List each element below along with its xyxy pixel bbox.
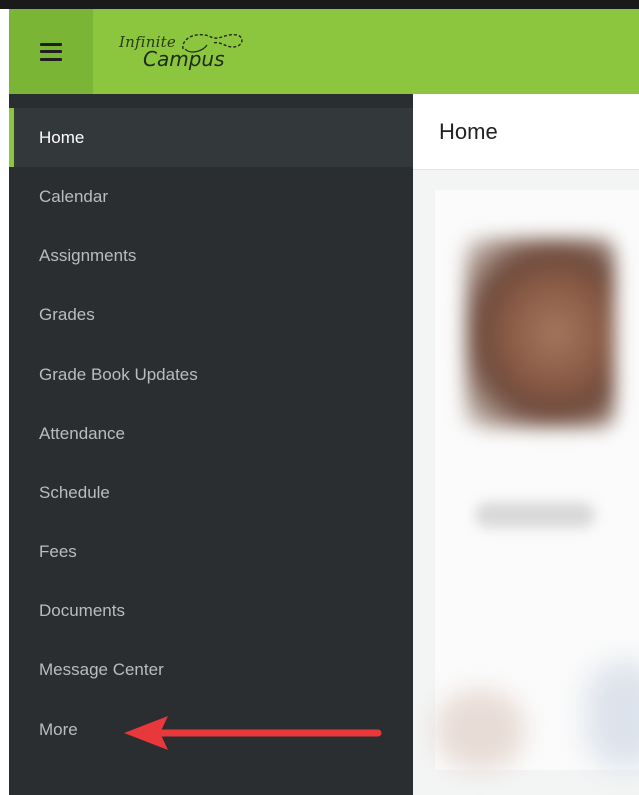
left-border (0, 9, 9, 795)
sidebar-nav: Home Calendar Assignments Grades Grade B… (9, 94, 413, 795)
page-title: Home (439, 118, 498, 144)
blurred-student-name (475, 502, 595, 528)
sidebar-item-label: Documents (39, 600, 125, 620)
blurred-content-block (435, 690, 525, 770)
sidebar-item-fees[interactable]: Fees (9, 522, 413, 581)
sidebar-item-assignments[interactable]: Assignments (9, 226, 413, 285)
sidebar-item-label: Assignments (39, 245, 137, 265)
sidebar-item-schedule[interactable]: Schedule (9, 463, 413, 522)
sidebar-item-label: Calendar (39, 186, 108, 206)
menu-toggle-button[interactable] (9, 9, 93, 94)
app-header: Infinite Campus (9, 9, 639, 94)
page-header: Home (413, 94, 639, 170)
main-content: Home (413, 94, 639, 795)
sidebar-item-label: More (39, 719, 78, 739)
blurred-student-card (435, 190, 639, 770)
sidebar-item-message-center[interactable]: Message Center (9, 640, 413, 699)
sidebar-item-calendar[interactable]: Calendar (9, 167, 413, 226)
sidebar-item-label: Fees (39, 541, 77, 561)
home-content-area (413, 170, 639, 795)
sidebar-item-documents[interactable]: Documents (9, 581, 413, 640)
blurred-student-photo (465, 238, 615, 428)
sidebar-item-label: Schedule (39, 482, 110, 502)
sidebar-item-label: Attendance (39, 423, 126, 443)
top-border (0, 0, 639, 9)
sidebar-item-home[interactable]: Home (9, 108, 413, 167)
sidebar-item-label: Message Center (39, 659, 164, 679)
annotation-arrow-icon (124, 716, 382, 750)
logo-swirl-icon (182, 33, 243, 53)
blurred-content-block (585, 660, 639, 770)
sidebar-item-grade-book-updates[interactable]: Grade Book Updates (9, 345, 413, 404)
sidebar-item-grades[interactable]: Grades (9, 285, 413, 344)
sidebar-item-attendance[interactable]: Attendance (9, 404, 413, 463)
hamburger-menu-icon (40, 42, 62, 61)
infinite-campus-logo[interactable]: Infinite Campus (119, 27, 269, 77)
app-window: Infinite Campus Home Calendar Assignment… (0, 0, 639, 795)
sidebar-item-label: Grades (39, 304, 95, 324)
sidebar-item-label: Grade Book Updates (39, 364, 198, 384)
sidebar-item-label: Home (39, 127, 85, 147)
